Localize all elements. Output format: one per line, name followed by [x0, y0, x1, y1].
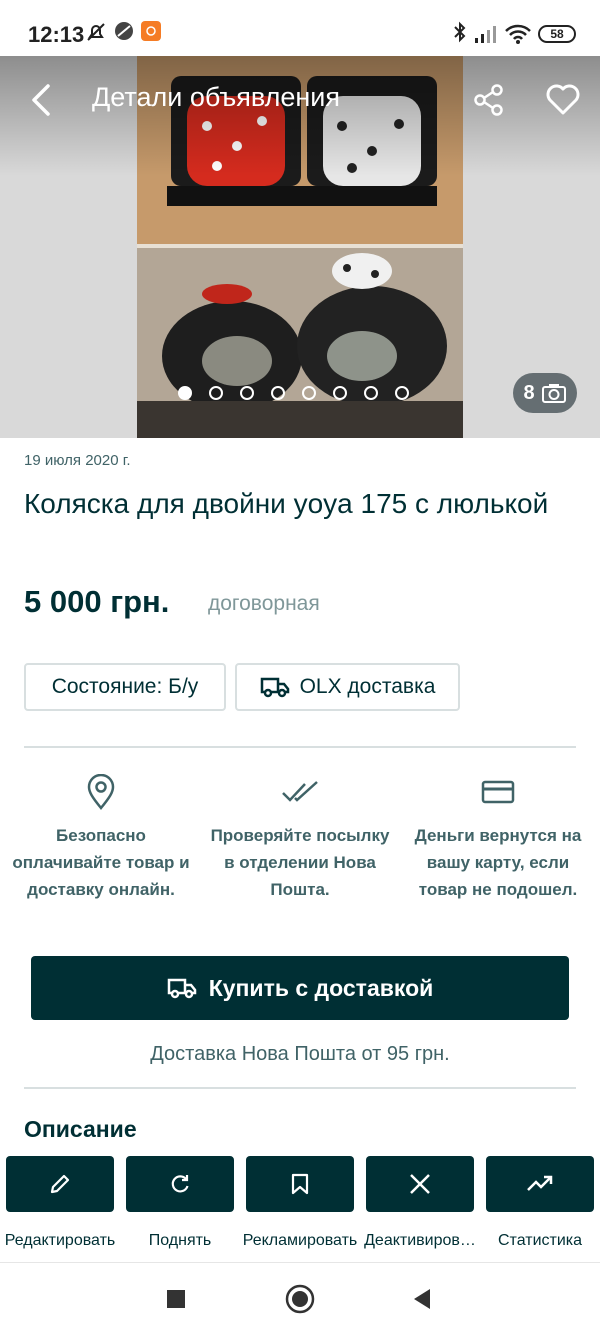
share-icon — [474, 84, 503, 116]
gallery-dot[interactable] — [271, 386, 285, 400]
gallery-dot[interactable] — [333, 386, 347, 400]
feature-refund: Деньги вернутся на вашу карту, если това… — [408, 772, 588, 903]
listing-price: 5 000 грн. — [24, 584, 170, 619]
feature-text: Безопасно оплачивайте товар и доставку о… — [12, 826, 190, 899]
feature-text: Проверяйте посылку в отделении Нова Пошт… — [210, 826, 390, 899]
mute-icon — [84, 20, 108, 49]
gallery-dot[interactable] — [178, 386, 192, 400]
statistics-button[interactable] — [486, 1156, 594, 1212]
edit-label[interactable]: Редактировать — [0, 1232, 120, 1250]
feature-check-parcel: Проверяйте посылку в отделении Нова Пошт… — [210, 772, 390, 903]
close-icon — [410, 1174, 430, 1194]
share-button[interactable] — [467, 78, 511, 122]
back-arrow-icon — [32, 84, 50, 116]
truck-icon — [167, 978, 196, 999]
recents-button[interactable] — [158, 1281, 194, 1317]
condition-chip: Состояние: Б/у — [24, 663, 226, 711]
olx-delivery-chip: OLX доставка — [235, 663, 460, 711]
delivery-price-note: Доставка Нова Пошта от 95 грн. — [150, 1043, 450, 1065]
description-heading: Описание — [24, 1116, 137, 1142]
listing-date: 19 июля 2020 г. — [24, 452, 131, 469]
gallery-dot[interactable] — [302, 386, 316, 400]
wifi-icon — [504, 24, 532, 49]
deactivate-label[interactable]: Деактивиров… — [360, 1232, 480, 1250]
divider — [24, 746, 576, 748]
pencil-icon — [50, 1174, 70, 1194]
photo-count-badge[interactable]: 8 — [513, 373, 577, 413]
back-nav-button[interactable] — [404, 1281, 440, 1317]
camera-icon — [541, 384, 566, 403]
triangle-back-icon — [414, 1289, 430, 1309]
trending-up-icon — [527, 1175, 553, 1191]
page-title: Детали объявления — [92, 82, 341, 112]
buy-button-label: Купить с доставкой — [208, 974, 434, 1001]
deactivate-button[interactable] — [366, 1156, 474, 1212]
gallery-dot[interactable] — [395, 386, 409, 400]
promote-label[interactable]: Рекламировать — [240, 1232, 360, 1250]
back-button[interactable] — [20, 78, 64, 122]
status-time: 12:13 — [28, 22, 85, 47]
heart-icon — [546, 84, 580, 115]
truck-icon — [260, 677, 289, 698]
double-check-icon — [282, 781, 318, 802]
system-nav-bar — [0, 1262, 600, 1332]
raise-button[interactable] — [126, 1156, 234, 1212]
feature-safe-payment: Безопасно оплачивайте товар и доставку о… — [11, 772, 191, 903]
buy-with-delivery-button[interactable]: Купить с доставкой — [31, 956, 569, 1020]
gallery-dot[interactable] — [240, 386, 254, 400]
gallery-pagination — [178, 386, 409, 400]
app-notification-icon — [140, 20, 162, 47]
listing-title: Коляска для двойни yoya 175 с люлькой — [24, 488, 549, 519]
square-icon — [167, 1290, 185, 1308]
dnd-icon — [113, 20, 135, 47]
home-button[interactable] — [282, 1281, 318, 1317]
status-bar: 12:13 58 — [0, 0, 600, 56]
location-pin-icon — [87, 774, 115, 810]
feature-text: Деньги вернутся на вашу карту, если това… — [414, 826, 582, 899]
battery-icon: 58 — [538, 25, 576, 43]
credit-card-icon — [481, 780, 515, 804]
favorite-button[interactable] — [541, 78, 585, 122]
chip-label: Состояние: Б/у — [51, 675, 199, 698]
bookmark-icon — [291, 1173, 309, 1195]
home-circle-icon — [285, 1284, 315, 1314]
raise-label[interactable]: Поднять — [120, 1232, 240, 1250]
statistics-label[interactable]: Статистика — [480, 1232, 600, 1250]
bluetooth-icon — [452, 20, 468, 49]
divider — [24, 1087, 576, 1089]
gallery-dot[interactable] — [364, 386, 378, 400]
promote-button[interactable] — [246, 1156, 354, 1212]
edit-button[interactable] — [6, 1156, 114, 1212]
signal-icon — [474, 24, 498, 49]
chip-label: OLX доставка — [299, 675, 436, 698]
refresh-icon — [171, 1175, 189, 1193]
price-note: договорная — [208, 592, 320, 615]
photo-count: 8 — [523, 381, 535, 404]
gallery-dot[interactable] — [209, 386, 223, 400]
